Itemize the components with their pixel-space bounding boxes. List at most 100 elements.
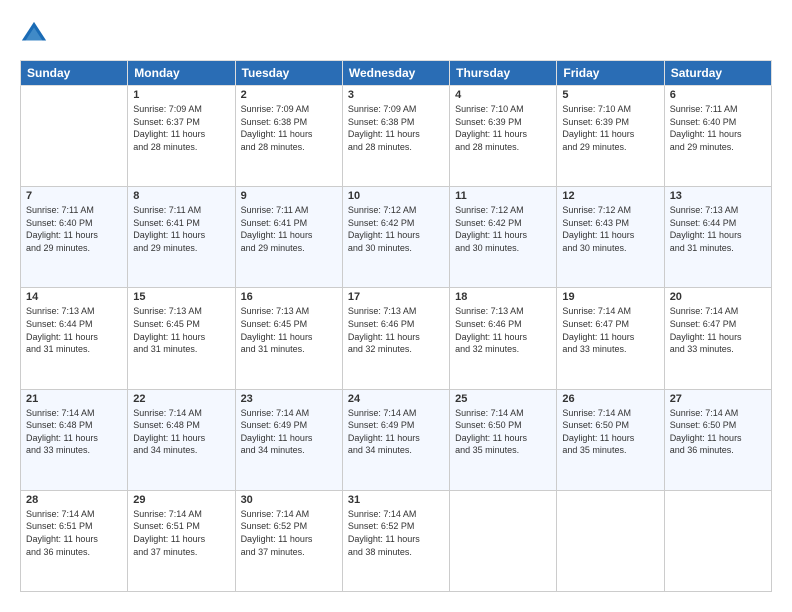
day-number: 3 — [348, 89, 444, 101]
calendar-cell: 15 Sunrise: 7:13 AM Sunset: 6:45 PM Dayli… — [128, 288, 235, 389]
day-number: 17 — [348, 291, 444, 303]
calendar-cell: 27 Sunrise: 7:14 AM Sunset: 6:50 PM Dayli… — [664, 389, 771, 490]
day-info: Sunrise: 7:14 AM Sunset: 6:50 PM Dayligh… — [670, 407, 766, 457]
calendar-cell: 1 Sunrise: 7:09 AM Sunset: 6:37 PM Daylig… — [128, 86, 235, 187]
day-info: Sunrise: 7:14 AM Sunset: 6:51 PM Dayligh… — [26, 508, 122, 558]
day-number: 29 — [133, 494, 229, 506]
page: SundayMondayTuesdayWednesdayThursdayFrid… — [0, 0, 792, 612]
day-info: Sunrise: 7:14 AM Sunset: 6:49 PM Dayligh… — [348, 407, 444, 457]
day-number: 12 — [562, 190, 658, 202]
day-info: Sunrise: 7:14 AM Sunset: 6:49 PM Dayligh… — [241, 407, 337, 457]
calendar-week-2: 7Sunrise: 7:11 AM Sunset: 6:40 PM Daylig… — [21, 187, 772, 288]
calendar-week-1: 1 Sunrise: 7:09 AM Sunset: 6:37 PM Daylig… — [21, 86, 772, 187]
day-info: Sunrise: 7:13 AM Sunset: 6:44 PM Dayligh… — [26, 305, 122, 355]
day-info: Sunrise: 7:13 AM Sunset: 6:45 PM Dayligh… — [241, 305, 337, 355]
day-info: Sunrise: 7:12 AM Sunset: 6:42 PM Dayligh… — [455, 204, 551, 254]
day-info: Sunrise: 7:13 AM Sunset: 6:46 PM Dayligh… — [348, 305, 444, 355]
calendar-cell: 17 Sunrise: 7:13 AM Sunset: 6:46 PM Dayli… — [342, 288, 449, 389]
calendar-cell: 13 Sunrise: 7:13 AM Sunset: 6:44 PM Dayli… — [664, 187, 771, 288]
header — [20, 20, 772, 48]
day-info: Sunrise: 7:10 AM Sunset: 6:39 PM Dayligh… — [455, 103, 551, 153]
day-info: Sunrise: 7:14 AM Sunset: 6:48 PM Dayligh… — [133, 407, 229, 457]
calendar-cell: 30Sunrise: 7:14 AM Sunset: 6:52 PM Dayli… — [235, 490, 342, 591]
weekday-header-sunday: Sunday — [21, 61, 128, 86]
calendar-cell — [450, 490, 557, 591]
day-number: 27 — [670, 393, 766, 405]
day-info: Sunrise: 7:11 AM Sunset: 6:41 PM Dayligh… — [241, 204, 337, 254]
calendar-cell: 2 Sunrise: 7:09 AM Sunset: 6:38 PM Daylig… — [235, 86, 342, 187]
day-info: Sunrise: 7:09 AM Sunset: 6:38 PM Dayligh… — [241, 103, 337, 153]
calendar-cell — [557, 490, 664, 591]
calendar-week-5: 28Sunrise: 7:14 AM Sunset: 6:51 PM Dayli… — [21, 490, 772, 591]
weekday-header-wednesday: Wednesday — [342, 61, 449, 86]
calendar-cell: 20 Sunrise: 7:14 AM Sunset: 6:47 PM Dayli… — [664, 288, 771, 389]
weekday-header-monday: Monday — [128, 61, 235, 86]
day-info: Sunrise: 7:11 AM Sunset: 6:41 PM Dayligh… — [133, 204, 229, 254]
calendar-cell: 7Sunrise: 7:11 AM Sunset: 6:40 PM Daylig… — [21, 187, 128, 288]
day-number: 8 — [133, 190, 229, 202]
weekday-header-tuesday: Tuesday — [235, 61, 342, 86]
day-info: Sunrise: 7:13 AM Sunset: 6:44 PM Dayligh… — [670, 204, 766, 254]
calendar-cell: 6 Sunrise: 7:11 AM Sunset: 6:40 PM Daylig… — [664, 86, 771, 187]
day-number: 16 — [241, 291, 337, 303]
day-number: 30 — [241, 494, 337, 506]
weekday-header-saturday: Saturday — [664, 61, 771, 86]
calendar-week-3: 14 Sunrise: 7:13 AM Sunset: 6:44 PM Dayli… — [21, 288, 772, 389]
day-number: 20 — [670, 291, 766, 303]
day-number: 23 — [241, 393, 337, 405]
calendar-cell: 21 Sunrise: 7:14 AM Sunset: 6:48 PM Dayli… — [21, 389, 128, 490]
calendar-cell: 28Sunrise: 7:14 AM Sunset: 6:51 PM Dayli… — [21, 490, 128, 591]
calendar-cell: 12 Sunrise: 7:12 AM Sunset: 6:43 PM Dayli… — [557, 187, 664, 288]
day-number: 15 — [133, 291, 229, 303]
calendar-cell: 24 Sunrise: 7:14 AM Sunset: 6:49 PM Dayli… — [342, 389, 449, 490]
calendar-cell: 26 Sunrise: 7:14 AM Sunset: 6:50 PM Dayli… — [557, 389, 664, 490]
day-number: 13 — [670, 190, 766, 202]
day-number: 26 — [562, 393, 658, 405]
day-info: Sunrise: 7:14 AM Sunset: 6:50 PM Dayligh… — [455, 407, 551, 457]
calendar-cell: 14 Sunrise: 7:13 AM Sunset: 6:44 PM Dayli… — [21, 288, 128, 389]
day-number: 19 — [562, 291, 658, 303]
calendar-cell: 18 Sunrise: 7:13 AM Sunset: 6:46 PM Dayli… — [450, 288, 557, 389]
day-number: 21 — [26, 393, 122, 405]
day-number: 14 — [26, 291, 122, 303]
day-number: 22 — [133, 393, 229, 405]
day-number: 1 — [133, 89, 229, 101]
weekday-header-friday: Friday — [557, 61, 664, 86]
calendar-cell: 23 Sunrise: 7:14 AM Sunset: 6:49 PM Dayli… — [235, 389, 342, 490]
calendar-cell: 5 Sunrise: 7:10 AM Sunset: 6:39 PM Daylig… — [557, 86, 664, 187]
day-info: Sunrise: 7:13 AM Sunset: 6:45 PM Dayligh… — [133, 305, 229, 355]
day-number: 11 — [455, 190, 551, 202]
calendar-cell: 4 Sunrise: 7:10 AM Sunset: 6:39 PM Daylig… — [450, 86, 557, 187]
weekday-header-thursday: Thursday — [450, 61, 557, 86]
calendar-table: SundayMondayTuesdayWednesdayThursdayFrid… — [20, 60, 772, 592]
day-number: 9 — [241, 190, 337, 202]
day-info: Sunrise: 7:12 AM Sunset: 6:43 PM Dayligh… — [562, 204, 658, 254]
day-info: Sunrise: 7:11 AM Sunset: 6:40 PM Dayligh… — [670, 103, 766, 153]
day-number: 7 — [26, 190, 122, 202]
logo — [20, 20, 52, 48]
day-info: Sunrise: 7:14 AM Sunset: 6:47 PM Dayligh… — [562, 305, 658, 355]
day-info: Sunrise: 7:14 AM Sunset: 6:50 PM Dayligh… — [562, 407, 658, 457]
day-number: 2 — [241, 89, 337, 101]
logo-icon — [20, 20, 48, 48]
day-number: 4 — [455, 89, 551, 101]
day-info: Sunrise: 7:13 AM Sunset: 6:46 PM Dayligh… — [455, 305, 551, 355]
day-number: 18 — [455, 291, 551, 303]
calendar-cell: 3 Sunrise: 7:09 AM Sunset: 6:38 PM Daylig… — [342, 86, 449, 187]
day-number: 5 — [562, 89, 658, 101]
day-info: Sunrise: 7:09 AM Sunset: 6:38 PM Dayligh… — [348, 103, 444, 153]
day-info: Sunrise: 7:14 AM Sunset: 6:48 PM Dayligh… — [26, 407, 122, 457]
calendar-cell — [664, 490, 771, 591]
day-info: Sunrise: 7:09 AM Sunset: 6:37 PM Dayligh… — [133, 103, 229, 153]
day-number: 6 — [670, 89, 766, 101]
day-number: 10 — [348, 190, 444, 202]
calendar-cell: 25Sunrise: 7:14 AM Sunset: 6:50 PM Dayli… — [450, 389, 557, 490]
day-info: Sunrise: 7:14 AM Sunset: 6:51 PM Dayligh… — [133, 508, 229, 558]
day-number: 24 — [348, 393, 444, 405]
calendar-cell: 9 Sunrise: 7:11 AM Sunset: 6:41 PM Daylig… — [235, 187, 342, 288]
day-number: 31 — [348, 494, 444, 506]
calendar-cell: 22 Sunrise: 7:14 AM Sunset: 6:48 PM Dayli… — [128, 389, 235, 490]
day-info: Sunrise: 7:10 AM Sunset: 6:39 PM Dayligh… — [562, 103, 658, 153]
day-info: Sunrise: 7:14 AM Sunset: 6:47 PM Dayligh… — [670, 305, 766, 355]
calendar-header-row: SundayMondayTuesdayWednesdayThursdayFrid… — [21, 61, 772, 86]
